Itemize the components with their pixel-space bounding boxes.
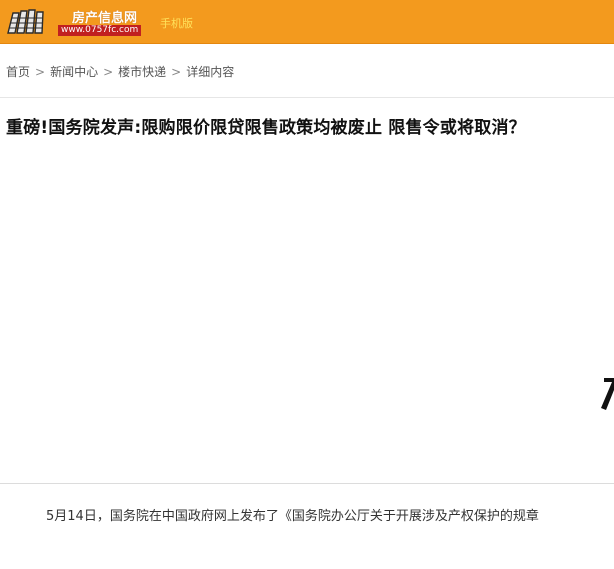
divider [0,97,614,98]
breadcrumb-news-center[interactable]: 新闻中心 [50,65,98,79]
divider [0,483,614,484]
article-body-paragraph: 5月14日，国务院在中国政府网上发布了《国务院办公厅关于开展涉及产权保护的规章 [46,509,539,524]
banner-character-fragment [601,378,614,410]
breadcrumb-market-express[interactable]: 楼市快递 [118,65,166,79]
breadcrumb-separator: > [171,65,182,79]
breadcrumb-separator: > [35,65,46,79]
breadcrumb-separator: > [103,65,114,79]
mobile-version-link[interactable]: 手机版 [160,15,193,31]
rooftop-logo-icon [7,9,44,34]
page: 房产信息网 www.0757fc.com 手机版 首页 > 新闻中心 > 楼市快递 > 详细… [0,0,614,569]
breadcrumb: 首页 > 新闻中心 > 楼市快递 > 详细内容 [6,63,234,80]
logo-title: 房产信息网 [72,11,138,26]
breadcrumb-detail: 详细内容 [186,65,235,79]
article-banner-image [0,150,614,482]
site-header: 房产信息网 www.0757fc.com 手机版 [0,0,614,44]
article-title: 重磅!国务院发声:限购限价限贷限售政策均被废止 限售令或将取消？ [6,118,526,138]
site-logo[interactable]: 房产信息网 www.0757fc.com [6,4,146,38]
breadcrumb-home[interactable]: 首页 [6,65,30,79]
logo-url: www.0757fc.com [58,25,142,36]
